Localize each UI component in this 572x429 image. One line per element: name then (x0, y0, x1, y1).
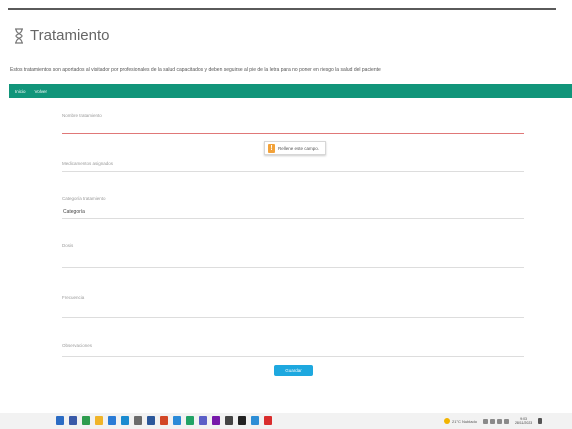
excel-icon[interactable] (186, 416, 194, 425)
medications-field[interactable]: Medicamentos asignados (62, 161, 524, 172)
clock-date: 28/11/2023 (514, 421, 533, 425)
page-title: Tratamiento (30, 27, 110, 44)
nav-link-home[interactable]: Inicio (15, 89, 26, 94)
battery-icon[interactable] (503, 418, 509, 424)
notepad-icon[interactable] (225, 416, 233, 425)
system-tray: 21°C Nublado 9:03 28/11/2023 (444, 417, 543, 425)
wifi-icon[interactable] (489, 418, 495, 424)
field-label: Nombre tratamiento (62, 113, 102, 118)
volume-icon[interactable] (496, 418, 502, 424)
field-label: Categoría tratamiento (62, 196, 106, 201)
vscode-icon[interactable] (173, 416, 181, 425)
onenote-icon[interactable] (212, 416, 220, 425)
photos-icon[interactable] (251, 416, 259, 425)
tray-icons (482, 418, 509, 424)
observations-field[interactable]: Observaciones (62, 343, 524, 357)
weather-icon (444, 418, 450, 424)
weather-widget[interactable]: 21°C Nublado (444, 418, 477, 424)
chrome-icon[interactable] (82, 416, 90, 425)
weather-text: 21°C Nublado (452, 418, 477, 424)
page-description: Estos tratamientos son aportados al visi… (10, 67, 381, 73)
field-value: Categoría (63, 209, 85, 215)
taskbar-apps (56, 416, 272, 425)
submit-button[interactable]: Guardar (274, 365, 313, 376)
search-icon[interactable] (56, 416, 64, 425)
field-underline (62, 218, 524, 219)
teams-icon[interactable] (199, 416, 207, 425)
field-label: Observaciones (62, 343, 93, 348)
validation-message: Rellene este campo. (278, 145, 320, 151)
dose-field[interactable]: Dosis (62, 243, 524, 268)
chevron-up-icon[interactable] (482, 418, 488, 424)
explorer-icon[interactable] (95, 416, 103, 425)
warning-icon: ! (268, 143, 275, 153)
windows-taskbar: 21°C Nublado 9:03 28/11/2023 (0, 413, 572, 429)
field-underline (62, 133, 524, 134)
field-underline (62, 267, 524, 268)
treatment-name-field[interactable]: Nombre tratamiento (62, 113, 524, 134)
notification-icon[interactable] (538, 418, 543, 424)
field-underline (62, 356, 524, 357)
field-label: Medicamentos asignados (62, 161, 114, 166)
top-navbar: Inicio Volver (9, 84, 572, 98)
field-label: Frecuencia (62, 295, 85, 300)
word-icon[interactable] (147, 416, 155, 425)
field-underline (62, 317, 524, 318)
category-field[interactable]: Categoría tratamiento Categoría (62, 196, 524, 219)
settings-icon[interactable] (134, 416, 142, 425)
task-view-icon[interactable] (69, 416, 77, 425)
terminal-icon[interactable] (238, 416, 246, 425)
page-header: Tratamiento (12, 27, 109, 44)
frequency-field[interactable]: Frecuencia (62, 295, 524, 318)
header-rule (8, 8, 556, 10)
nav-link-back[interactable]: Volver (35, 89, 48, 94)
store-icon[interactable] (108, 416, 116, 425)
hourglass-icon (15, 27, 23, 44)
validation-tooltip: ! Rellene este campo. (264, 141, 326, 155)
field-label: Dosis (62, 243, 74, 248)
powerpoint-icon[interactable] (160, 416, 168, 425)
field-underline (62, 171, 524, 172)
edge-icon[interactable] (121, 416, 129, 425)
clock[interactable]: 9:03 28/11/2023 (515, 417, 532, 425)
opera-icon[interactable] (264, 416, 272, 425)
